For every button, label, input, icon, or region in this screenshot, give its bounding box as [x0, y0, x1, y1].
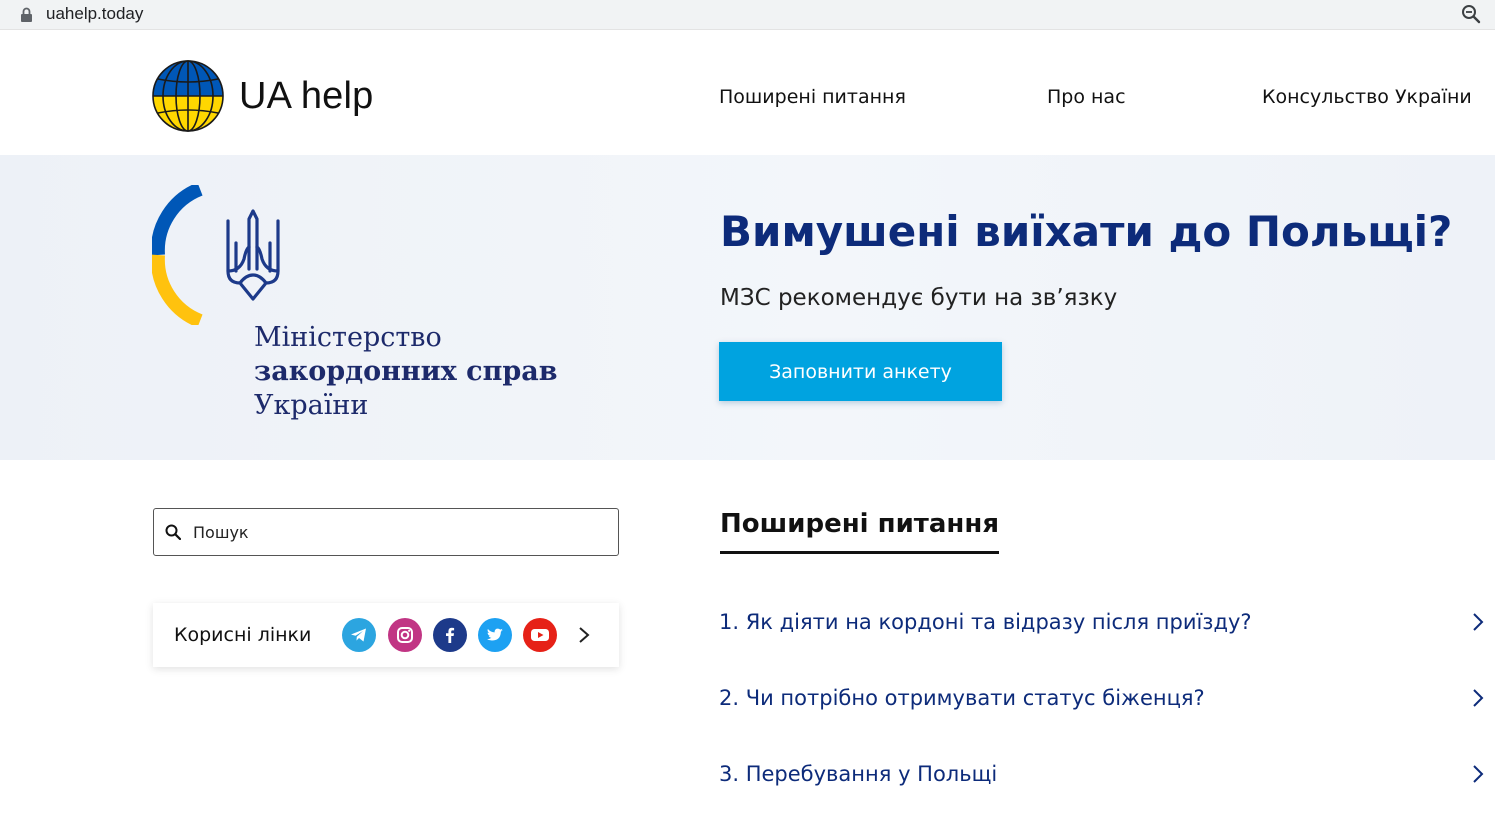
fill-form-button[interactable]: Заповнити анкету [719, 342, 1002, 401]
url-text[interactable]: uahelp.today [46, 4, 143, 24]
useful-links-card[interactable]: Корисні лінки [153, 603, 619, 667]
facebook-icon[interactable] [433, 618, 467, 652]
nav-about[interactable]: Про нас [1047, 86, 1126, 108]
chevron-right-icon [1473, 613, 1484, 631]
faq-item[interactable]: 2. Чи потрібно отримувати статус біженця… [719, 678, 1489, 718]
hero-title: Вимушені виїхати до Польщі? [720, 207, 1453, 256]
instagram-icon[interactable] [388, 618, 422, 652]
youtube-icon[interactable] [523, 618, 557, 652]
faq-heading: Поширені питання [720, 509, 1000, 554]
twitter-icon[interactable] [478, 618, 512, 652]
search-icon [165, 524, 181, 540]
logo-text: UA help [239, 74, 374, 117]
faq-item-label: 2. Чи потрібно отримувати статус біженця… [719, 686, 1205, 710]
chevron-right-icon [1473, 765, 1484, 783]
ministry-arc-emblem [152, 185, 203, 325]
site-logo[interactable]: UA help [151, 59, 374, 133]
telegram-icon[interactable] [342, 618, 376, 652]
nav-consulate[interactable]: Консульство України [1262, 86, 1472, 108]
ministry-name-line2: закордонних справ [254, 356, 558, 387]
zoom-icon[interactable] [1461, 4, 1481, 24]
trident-icon [226, 209, 280, 301]
hero-banner: Міністерство закордонних справ України В… [0, 155, 1495, 460]
lock-icon [21, 7, 32, 22]
chevron-right-icon [1473, 689, 1484, 707]
faq-item-label: 3. Перебування у Польщі [719, 762, 998, 786]
ministry-name: Міністерство закордонних справ України [254, 321, 558, 423]
globe-logo-icon [152, 60, 224, 132]
search-box[interactable] [153, 508, 619, 556]
search-input[interactable] [193, 522, 593, 542]
ministry-name-line3: України [254, 390, 369, 421]
faq-item[interactable]: 3. Перебування у Польщі [719, 754, 1489, 794]
site-header: UA help Поширені питання Про нас Консуль… [0, 31, 1495, 155]
ministry-name-line1: Міністерство [254, 322, 442, 353]
browser-address-bar[interactable]: uahelp.today [0, 0, 1495, 30]
useful-links-label: Корисні лінки [174, 624, 312, 646]
faq-item-label: 1. Як діяти на кордоні та відразу після … [719, 610, 1252, 634]
faq-item[interactable]: 1. Як діяти на кордоні та відразу після … [719, 602, 1489, 642]
nav-faq[interactable]: Поширені питання [719, 86, 906, 108]
chevron-right-icon[interactable] [577, 625, 591, 645]
hero-subtitle: МЗС рекомендує бути на зв’язку [720, 285, 1118, 311]
